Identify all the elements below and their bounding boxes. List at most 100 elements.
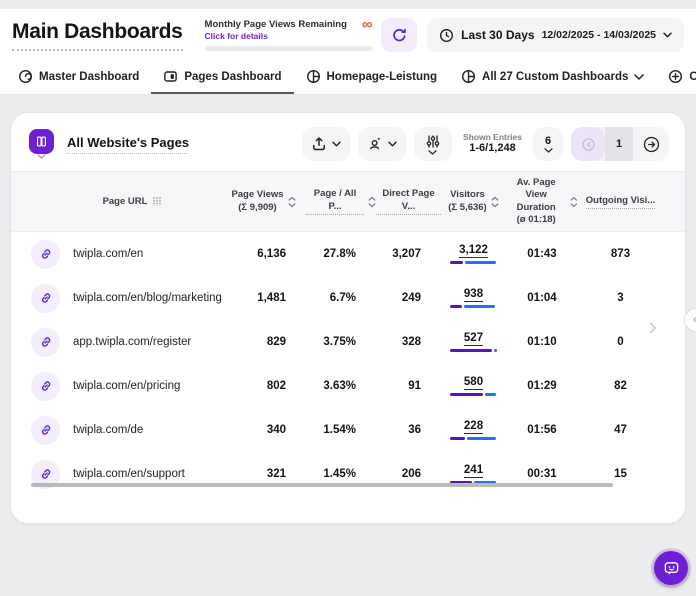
pie-chart-icon <box>306 69 321 84</box>
new-visitors-segment <box>450 305 463 308</box>
visitors-value[interactable]: 241 <box>464 464 483 478</box>
visitors-cell: 3,122 <box>441 244 506 264</box>
page-views-value: 1,481 <box>221 292 306 304</box>
column-header-direct-page-views[interactable]: Direct Page V... <box>376 188 441 215</box>
page-url: twipla.com/en/support <box>73 468 185 480</box>
widget-type-selector[interactable] <box>29 129 54 159</box>
column-header-outgoing[interactable]: Outgoing Visi... <box>578 195 663 209</box>
page-link-icon[interactable] <box>31 416 60 445</box>
page-all-percent: 1.45% <box>306 468 376 480</box>
page-views-value: 802 <box>221 380 306 392</box>
ledger-icon <box>29 129 54 154</box>
chevron-down-icon <box>388 141 397 147</box>
visitors-value[interactable]: 580 <box>464 376 483 390</box>
next-page-button[interactable] <box>633 127 669 161</box>
filter-columns-icon <box>151 196 163 207</box>
chat-bubble-icon <box>663 560 680 577</box>
tab-pages-dashboard[interactable]: Pages Dashboard <box>151 61 293 94</box>
column-header-page-views[interactable]: Page Views(Σ 9,909) <box>221 189 306 214</box>
tab-all-custom-dashboards[interactable]: All 27 Custom Dashboards <box>449 61 656 94</box>
visitors-value[interactable]: 527 <box>464 332 483 346</box>
sort-icon <box>491 196 499 208</box>
quota-widget: Monthly Page Views Remaining Click for d… <box>205 19 373 51</box>
column-label: Outgoing Visi... <box>586 195 656 209</box>
previous-page-button[interactable] <box>571 127 605 161</box>
chevron-down-icon <box>37 154 46 159</box>
sort-icon <box>570 196 578 208</box>
new-visitors-segment <box>450 349 492 352</box>
visitors-split-bar <box>450 261 498 264</box>
visitors-value[interactable]: 3,122 <box>459 244 488 258</box>
scroll-right-chevron[interactable]: › <box>648 311 657 342</box>
column-label: Page URL <box>103 196 148 208</box>
horizontal-scrollbar[interactable] <box>31 483 613 487</box>
quota-label: Monthly Page Views Remaining <box>205 19 347 30</box>
column-header-page-url[interactable]: Page URL <box>11 196 221 208</box>
page-size-selector[interactable]: 6 <box>533 127 563 161</box>
page-link-icon[interactable] <box>31 372 60 401</box>
table-row[interactable]: twipla.com/en/support 321 1.45% 206 241 … <box>11 452 685 496</box>
returning-visitors-segment <box>467 437 496 440</box>
page-url: twipla.com/en <box>73 248 143 260</box>
direct-page-views-value: 328 <box>376 336 441 348</box>
date-range-value: 12/02/2025 - 14/03/2025 <box>542 29 656 41</box>
column-header-page-all[interactable]: Page / All P... <box>306 188 376 215</box>
column-label: Page Views(Σ 9,909) <box>231 189 283 214</box>
visitors-value[interactable]: 938 <box>464 288 483 302</box>
column-header-visitors[interactable]: Visitors(Σ 5,636) <box>441 189 506 214</box>
pages-icon <box>163 69 178 84</box>
export-button[interactable] <box>302 127 350 161</box>
chevron-down-icon <box>544 148 553 153</box>
avg-duration-value: 01:10 <box>506 336 578 348</box>
audience-segment-button[interactable] <box>358 127 406 161</box>
page-link-icon[interactable] <box>31 240 60 269</box>
table-row[interactable]: app.twipla.com/register 829 3.75% 328 52… <box>11 320 685 364</box>
returning-visitors-segment <box>464 305 495 308</box>
new-visitors-segment <box>450 261 463 264</box>
page-link-icon[interactable] <box>31 284 60 313</box>
page-views-value: 6,136 <box>221 248 306 260</box>
outgoing-visitors-value: 15 <box>578 468 663 480</box>
tab-homepage-leistung[interactable]: Homepage-Leistung <box>294 61 450 94</box>
column-label: Visitors(Σ 5,636) <box>448 189 486 214</box>
current-page[interactable]: 1 <box>605 127 633 161</box>
arrow-left-icon <box>582 138 595 151</box>
visitors-split-bar <box>450 349 498 352</box>
page-all-percent: 3.75% <box>306 336 376 348</box>
column-header-p[interactable]: P... <box>663 196 686 208</box>
tab-master-dashboard[interactable]: Master Dashboard <box>6 61 151 94</box>
page-all-percent: 6.7% <box>306 292 376 304</box>
clock-icon <box>439 28 454 43</box>
table-row[interactable]: twipla.com/en/blog/marketing-case-... 1,… <box>11 276 685 320</box>
pagination: 1 <box>571 127 669 161</box>
returning-visitors-segment <box>494 349 497 352</box>
table-row[interactable]: twipla.com/de 340 1.54% 36 228 01:56 47 <box>11 408 685 452</box>
chevron-down-icon <box>428 150 437 155</box>
table-row[interactable]: twipla.com/en/pricing 802 3.63% 91 580 0… <box>11 364 685 408</box>
refresh-button[interactable] <box>381 18 417 52</box>
direct-page-views-value: 206 <box>376 468 441 480</box>
visitors-value[interactable]: 228 <box>464 420 483 434</box>
tab-create-new-dashboard[interactable]: Create New Dashboard (BETA) <box>656 61 696 94</box>
sliders-icon <box>425 134 441 149</box>
page-link-icon[interactable] <box>31 328 60 357</box>
audience-icon <box>367 136 383 152</box>
avg-duration-value: 00:31 <box>506 468 578 480</box>
column-settings-button[interactable] <box>414 127 452 161</box>
visitors-cell: 228 <box>441 420 506 440</box>
chevron-down-icon <box>634 74 644 80</box>
page-all-percent: 27.8% <box>306 248 376 260</box>
quota-details-link[interactable]: Click for details <box>205 31 347 41</box>
page-views-value: 321 <box>221 468 306 480</box>
sort-icon <box>288 196 296 208</box>
date-range-picker[interactable]: Last 30 Days 12/02/2025 - 14/03/2025 <box>427 18 684 52</box>
page-size-value: 6 <box>545 135 551 147</box>
column-header-avg-duration[interactable]: Av. Page ViewDuration(ø 01:18) <box>506 177 578 226</box>
column-label: Direct Page V... <box>376 188 441 215</box>
outgoing-visitors-value: 3 <box>578 292 663 304</box>
chat-support-button[interactable] <box>654 551 688 585</box>
plus-circle-icon <box>668 69 683 84</box>
refresh-icon <box>391 27 408 44</box>
table-row[interactable]: twipla.com/en 6,136 27.8% 3,207 3,122 01… <box>11 232 685 276</box>
direct-page-views-value: 3,207 <box>376 248 441 260</box>
